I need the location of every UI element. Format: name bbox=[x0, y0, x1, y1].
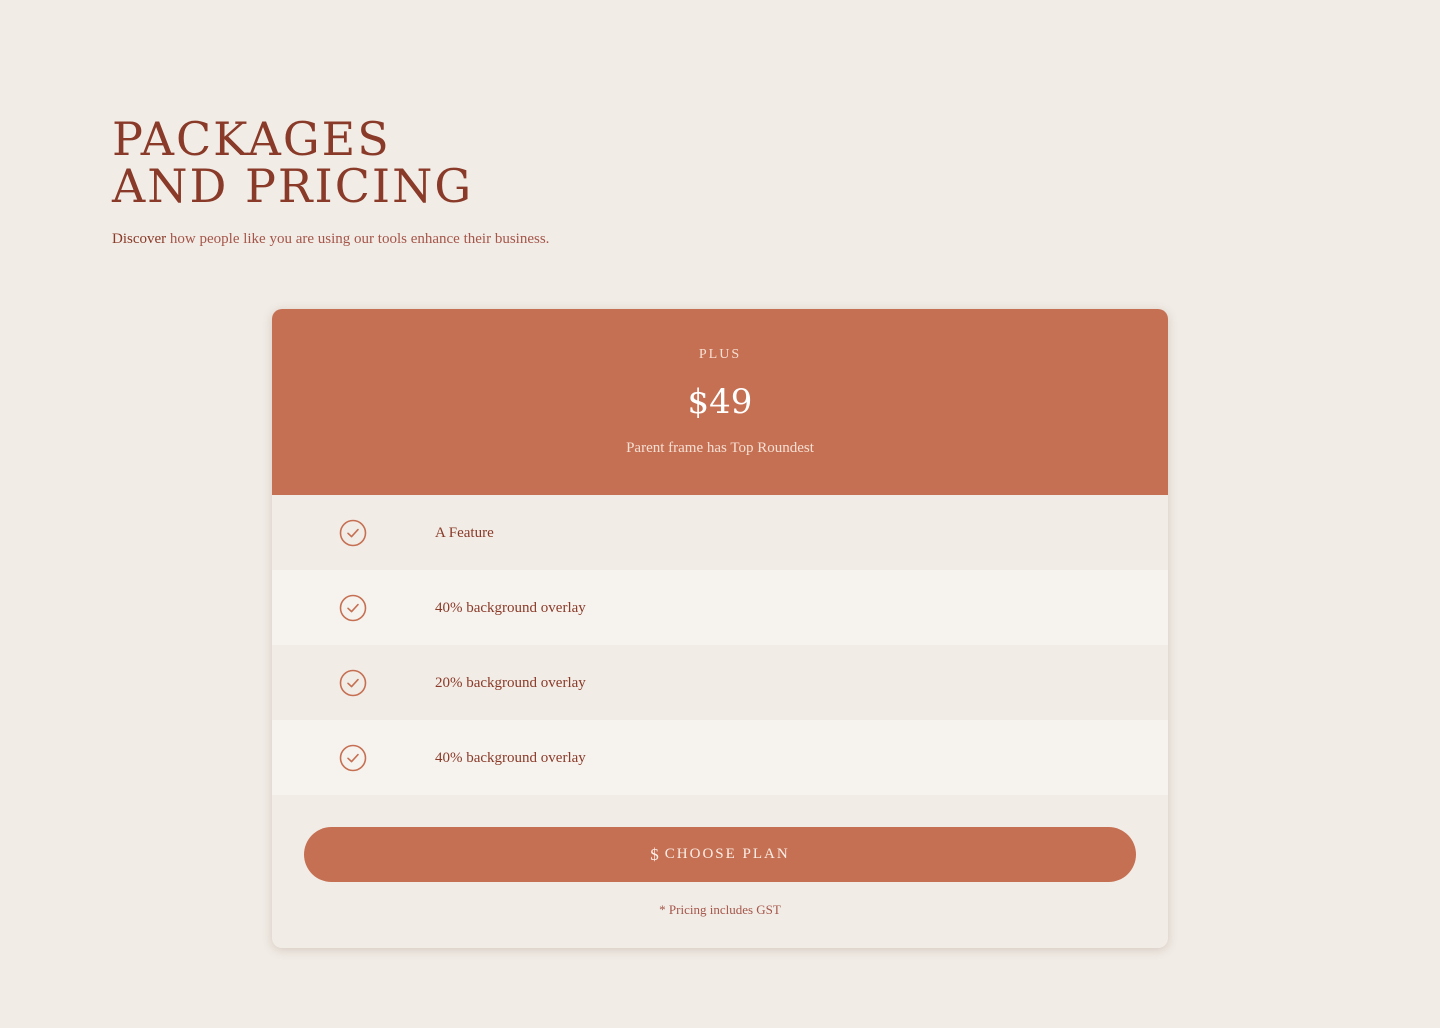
pricing-card-header: PLUS $49 Parent frame has Top Roundest bbox=[272, 309, 1168, 495]
feature-row: 40% background overlay bbox=[272, 570, 1168, 645]
check-circle-icon bbox=[339, 669, 367, 696]
feature-list: A Feature 40% background overlay 20% bac… bbox=[272, 495, 1168, 795]
choose-plan-label: CHOOSE PLAN bbox=[664, 846, 790, 862]
plan-name: PLUS bbox=[698, 347, 742, 362]
feature-label: 40% background overlay bbox=[435, 749, 586, 766]
page-subtitle: Discover how people like you are using o… bbox=[112, 229, 549, 249]
page-title: PACKAGES AND PRICING bbox=[112, 116, 473, 210]
feature-label: 40% background overlay bbox=[435, 599, 586, 616]
choose-plan-button[interactable]: $ CHOOSE PLAN bbox=[304, 827, 1136, 882]
pricing-footnote: * Pricing includes GST bbox=[659, 902, 781, 917]
feature-row: 20% background overlay bbox=[272, 645, 1168, 720]
subtitle-text: how people like you are using our tools … bbox=[166, 231, 550, 247]
feature-row: 40% background overlay bbox=[272, 720, 1168, 795]
feature-label: 20% background overlay bbox=[435, 674, 586, 691]
check-circle-icon bbox=[339, 744, 367, 771]
page-title-line-2: AND PRICING bbox=[112, 159, 474, 213]
page-title-line-1: PACKAGES bbox=[112, 112, 391, 166]
feature-label: A Feature bbox=[435, 524, 494, 541]
subtitle-lead: Discover bbox=[112, 231, 167, 247]
check-circle-icon bbox=[339, 594, 367, 621]
pricing-card-footer: $ CHOOSE PLAN * Pricing includes GST bbox=[272, 795, 1168, 918]
dollar-icon: $ bbox=[650, 844, 659, 864]
pricing-card: PLUS $49 Parent frame has Top Roundest A… bbox=[272, 309, 1168, 948]
feature-row: A Feature bbox=[272, 495, 1168, 570]
check-circle-icon bbox=[339, 519, 367, 546]
plan-price: $49 bbox=[687, 382, 753, 422]
plan-note: Parent frame has Top Roundest bbox=[626, 440, 814, 456]
